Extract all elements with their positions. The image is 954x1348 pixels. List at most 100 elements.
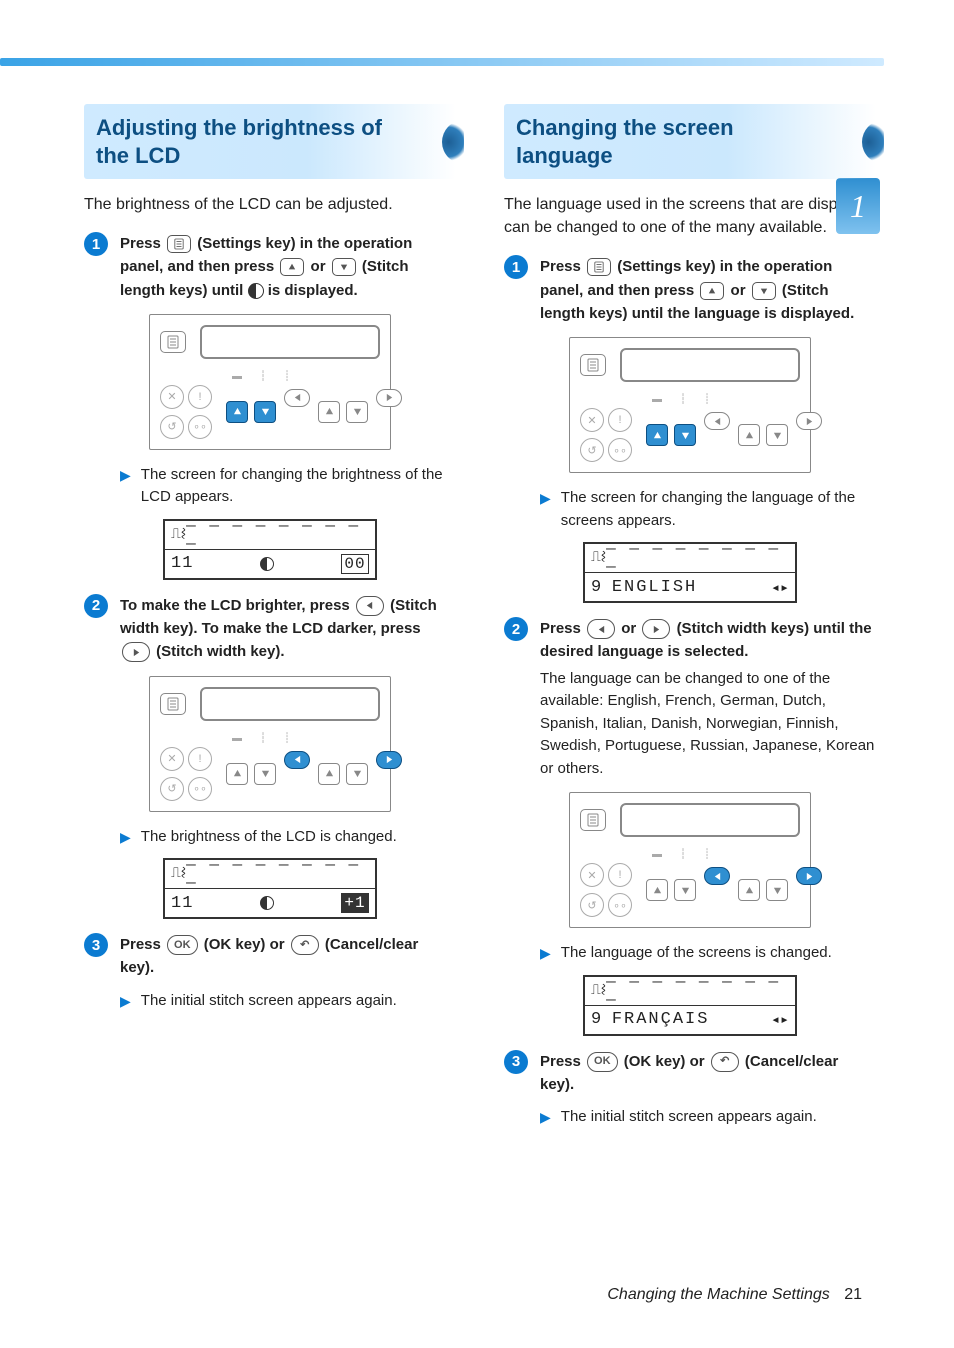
cancel-key-icon: ↶ [711,1052,739,1072]
width-left-key [704,867,730,885]
panel-settings-key [160,693,186,715]
lcd-language-value: FRANÇAIS [612,1010,710,1029]
left-column: Adjusting the brightness of the LCD The … [84,104,456,1145]
height-up-key [738,424,760,446]
chapter-tab: 1 [836,178,880,234]
mode-cut-icon: ✕ [580,863,604,887]
triangle-marker-icon: ▶ [540,942,551,965]
lcd-arrow-indicator-icon: ◂▸ [771,578,789,597]
step-1-result-row: ▶ The screen for changing the brightness… [120,464,456,509]
settings-key-icon [587,258,611,276]
lcd-left-value: 11 [171,554,193,573]
step-3-text-b: (OK key) or [624,1053,709,1070]
step-number-badge: 2 [504,617,528,641]
panel-display [200,325,380,359]
section-heading: Adjusting the brightness of the LCD [84,104,456,179]
section-heading-container: Changing the screen language [504,104,876,179]
step-2-text: Press or (Stitch width keys) until the d… [540,617,876,780]
step-3-text-a: Press [540,1053,585,1070]
step-number-badge: 2 [84,594,108,618]
page: 1 Adjusting the brightness of the LCD Th… [0,0,954,1348]
panel-width-right-col [376,751,402,797]
height-up-key [318,763,340,785]
mode-reverse-icon: ↺ [160,415,184,439]
step-1-text-a: Press [120,235,165,252]
step-3-text-b: (OK key) or [204,936,289,953]
down-key-icon [332,258,356,276]
lcd-stitch-icon: ⎍⌇ [591,983,606,999]
lcd-language-english: ⎍⌇ — — — — — — — — — 9 ENGLISH ◂▸ [583,542,797,603]
step-2: 2 To make the LCD brighter, press (Stitc… [84,594,456,664]
contrast-icon [248,283,264,299]
lcd-contrast-icon [260,557,274,571]
step-2: 2 Press or (Stitch width keys) until the… [504,617,876,780]
panel-settings-key [160,331,186,353]
mode-pause-icon: ∘∘ [188,415,212,439]
footer-page-number: 21 [844,1286,862,1303]
mode-cut-icon: ✕ [160,747,184,771]
triangle-marker-icon: ▶ [540,1106,551,1129]
ok-key-icon: OK [587,1052,618,1072]
height-down-key [346,763,368,785]
lcd-language-value: ENGLISH [612,578,697,597]
length-up-key [646,879,668,901]
lcd-dashes: — — — — — — — — — [606,540,789,576]
height-down-key [346,401,368,423]
triangle-marker-icon: ▶ [120,464,131,509]
lcd-brightness-00: ⎍⌇ — — — — — — — — — 11 00 [163,519,377,580]
lcd-dashes: — — — — — — — — — [606,973,789,1009]
panel-length-keys [226,401,276,423]
lcd-left-value: 11 [171,894,193,913]
step-1-text-e: is displayed. [268,282,358,299]
mode-needle-icon: ! [608,863,632,887]
width-right-key [796,867,822,885]
triangle-marker-icon: ▶ [540,487,551,532]
up-key-icon [700,282,724,300]
lcd-brightness-plus1: ⎍⌇ — — — — — — — — — 11 +1 [163,858,377,919]
width-left-key-icon [356,596,384,616]
step-3-text-a: Press [120,936,165,953]
mode-pause-icon: ∘∘ [188,777,212,801]
step-3: 3 Press OK (OK key) or ↶ (Cancel/clear k… [504,1050,876,1097]
panel-display [620,803,800,837]
step-1-text: Press (Settings key) in the operation pa… [540,255,876,325]
section-language: Changing the screen language The languag… [504,104,876,1129]
lcd-contrast-icon [260,896,274,910]
panel-settings-key [580,354,606,376]
panel-display [620,348,800,382]
panel-mode-buttons: ✕ ! ↺ ∘∘ [580,863,630,917]
panel-display [200,687,380,721]
step-1-text-c: or [311,258,330,275]
panel-length-keys [646,879,696,901]
step-2-result-row: ▶ The language of the screens is changed… [540,942,876,965]
panel-settings-key [580,809,606,831]
lcd-right-value: 00 [341,554,369,574]
panel-width-left-col [704,867,730,913]
panel-mode-buttons: ✕ ! ↺ ∘∘ [580,408,630,462]
height-down-key [766,424,788,446]
up-key-icon [280,258,304,276]
panel-figure-length-keys: ▬┆┊ ✕ ! ↺ ∘∘ [149,314,391,450]
length-down-key [674,424,696,446]
step-3-result-row: ▶ The initial stitch screen appears agai… [540,1106,876,1129]
triangle-marker-icon: ▶ [120,990,131,1013]
down-key-icon [752,282,776,300]
panel-mode-buttons: ✕ ! ↺ ∘∘ [160,385,210,439]
panel-figure-width-keys: ▬┆┊ ✕ ! ↺ ∘∘ [149,676,391,812]
step-2-result: The language of the screens is changed. [561,942,832,965]
step-2-result: The brightness of the LCD is changed. [141,826,397,849]
lcd-stitch-icon: ⎍⌇ [171,527,186,543]
section-brightness: Adjusting the brightness of the LCD The … [84,104,456,1012]
mode-pause-icon: ∘∘ [608,438,632,462]
lcd-arrow-indicator-icon: ◂▸ [771,1010,789,1029]
lcd-left-value: 9 [591,1010,602,1029]
step-3: 3 Press OK (OK key) or ↶ (Cancel/clear k… [84,933,456,980]
step-2-text-a: Press [540,620,585,637]
panel-width-left-col [704,412,730,458]
panel-figure-length-keys: ▬┆┊ ✕ ! ↺ ∘∘ [569,337,811,473]
right-column: Changing the screen language The languag… [504,104,876,1145]
panel-height-keys [738,879,788,901]
lcd-dashes: — — — — — — — — — [186,856,369,892]
footer-title: Changing the Machine Settings [607,1286,829,1303]
step-1-text-c: or [731,282,750,299]
